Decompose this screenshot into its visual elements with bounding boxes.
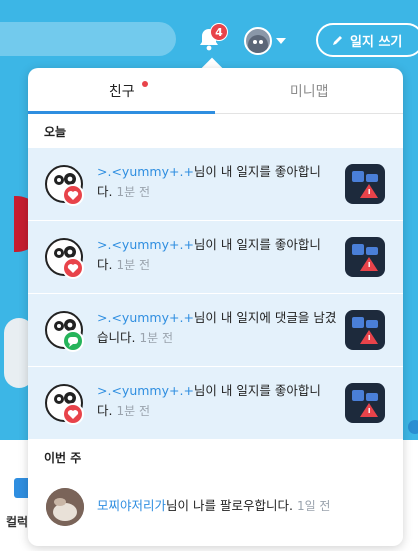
- tab-friends-label: 친구: [108, 83, 135, 100]
- notification-time: 1분 전: [116, 185, 151, 199]
- notification-user-link[interactable]: 모찌야저리가: [97, 498, 166, 513]
- notification-message: 님이 나를 팔로우합니다.: [166, 498, 293, 513]
- notification-tabs: 친구 미니맵: [28, 68, 403, 114]
- notification-text: 모찌야저리가님이 나를 팔로우합니다. 1일 전: [97, 495, 330, 514]
- heart-icon: [62, 257, 84, 279]
- heart-icon: [62, 403, 84, 425]
- comment-icon: [62, 330, 84, 352]
- notification-item[interactable]: >.<yummy+.+님이 내 일지에 댓글을 남겼습니다. 1분 전: [28, 294, 403, 367]
- journal-thumbnail[interactable]: [345, 237, 385, 277]
- notification-time: 1분 전: [139, 331, 174, 345]
- chevron-down-icon: [276, 38, 286, 44]
- notification-time: 1분 전: [116, 404, 151, 418]
- notification-item[interactable]: >.<yummy+.+님이 내 일지를 좋아합니다. 1분 전: [28, 221, 403, 294]
- notification-user-link[interactable]: >.<yummy+.+: [97, 383, 194, 398]
- active-tab-indicator: [28, 111, 215, 114]
- notification-item[interactable]: >.<yummy+.+님이 내 일지를 좋아합니다. 1분 전: [28, 148, 403, 221]
- notification-count-badge: 4: [210, 23, 228, 41]
- write-journal-button[interactable]: 일지 쓰기: [316, 23, 418, 57]
- search-input[interactable]: [0, 22, 176, 56]
- notification-text: >.<yummy+.+님이 내 일지를 좋아합니다. 1분 전: [97, 235, 341, 275]
- notification-item[interactable]: >.<yummy+.+님이 내 일지를 좋아합니다. 1분 전: [28, 367, 403, 440]
- avatar: [244, 27, 272, 55]
- journal-thumbnail[interactable]: [345, 383, 385, 423]
- notification-user-link[interactable]: >.<yummy+.+: [97, 237, 194, 252]
- notification-dropdown: 친구 미니맵 오늘 >.<yummy+.+님이 내 일지를 좋아합니다. 1분 전: [28, 68, 403, 546]
- notification-text: >.<yummy+.+님이 내 일지를 좋아합니다. 1분 전: [97, 381, 341, 421]
- notification-user-link[interactable]: >.<yummy+.+: [97, 310, 194, 325]
- heart-icon: [62, 184, 84, 206]
- notification-time: 1일 전: [296, 499, 331, 513]
- notification-time: 1분 전: [116, 258, 151, 272]
- journal-thumbnail[interactable]: [345, 310, 385, 350]
- profile-menu[interactable]: [244, 26, 290, 56]
- notification-text: >.<yummy+.+님이 내 일지를 좋아합니다. 1분 전: [97, 162, 341, 202]
- section-this-week: 이번 주: [28, 440, 403, 474]
- notification-user-link[interactable]: >.<yummy+.+: [97, 164, 194, 179]
- background-label: 컬럭: [6, 515, 29, 529]
- new-indicator-dot: [142, 81, 148, 87]
- journal-thumbnail[interactable]: [345, 164, 385, 204]
- write-journal-label: 일지 쓰기: [350, 34, 403, 50]
- notification-item[interactable]: 모찌야저리가님이 나를 팔로우합니다. 1일 전: [28, 474, 403, 542]
- tab-minimap-label: 미니맵: [289, 83, 329, 100]
- tab-friends[interactable]: 친구: [28, 68, 216, 113]
- pencil-icon: [333, 36, 342, 45]
- avatar: [46, 488, 84, 526]
- background-decoration: [408, 420, 418, 434]
- section-today: 오늘: [28, 114, 403, 148]
- notification-text: >.<yummy+.+님이 내 일지에 댓글을 남겼습니다. 1분 전: [97, 308, 341, 348]
- tab-minimap[interactable]: 미니맵: [216, 68, 404, 113]
